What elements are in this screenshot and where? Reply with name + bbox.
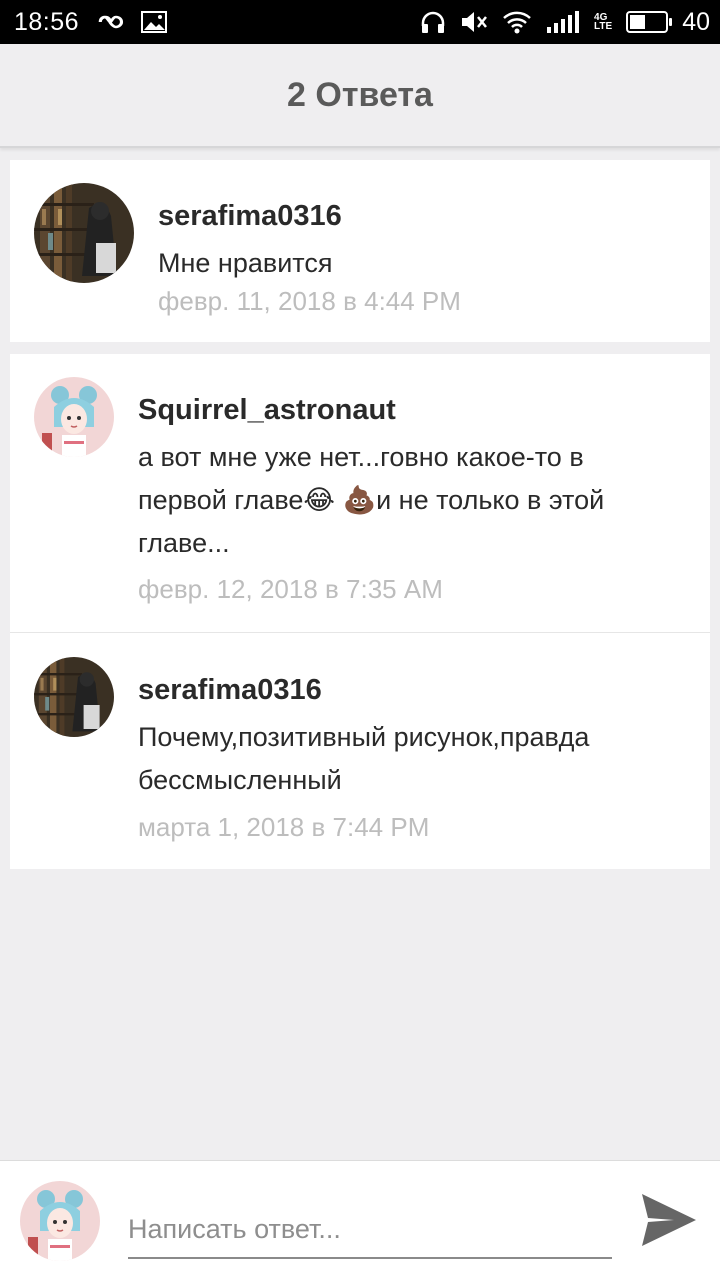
battery-icon [626, 11, 673, 33]
comment-date: марта 1, 2018 в 7:44 PM [138, 812, 430, 842]
tears-of-joy-emoji: 😂 [303, 485, 335, 515]
comment-text: Мне нравится [158, 248, 333, 278]
battery-level: 40 [682, 7, 710, 36]
comment-card: serafima0316 Мне нравится февр. 11, 2018… [10, 160, 710, 342]
current-user-avatar [20, 1181, 100, 1261]
anime-girl-avatar[interactable] [34, 377, 114, 457]
divider [10, 632, 710, 633]
status-bar: 18:56 4G LTE 40 [0, 0, 720, 44]
send-icon [642, 1194, 696, 1246]
reply-compose-bar [0, 1160, 720, 1280]
reply-input[interactable] [128, 1201, 612, 1259]
comment-username[interactable]: Squirrel_astronaut [138, 394, 396, 427]
status-time: 18:56 [14, 7, 80, 36]
send-button[interactable] [640, 1192, 698, 1248]
infinity-icon [93, 12, 127, 32]
network-type: 4G LTE [594, 12, 613, 32]
image-icon [141, 11, 168, 33]
comment-username[interactable]: serafima0316 [158, 200, 342, 233]
page-title: 2 Ответа [287, 75, 433, 114]
reply-thread-card: Squirrel_astronaut а вот мне уже нет...г… [10, 354, 710, 869]
comment-text: а вот мне уже нет...говно какое-то в пер… [138, 442, 605, 558]
library-avatar[interactable] [34, 657, 114, 737]
library-avatar[interactable] [34, 183, 134, 283]
wifi-icon [502, 10, 532, 34]
comment-date: февр. 12, 2018 в 7:35 AM [138, 574, 443, 604]
comment-date: февр. 11, 2018 в 4:44 PM [158, 286, 461, 316]
headphones-icon [420, 10, 446, 34]
header: 2 Ответа [0, 44, 720, 148]
comment-text: Почему,позитивный рисунок,правда бессмыс… [138, 722, 590, 795]
pile-of-poo-emoji: 💩 [342, 485, 377, 515]
comment-username[interactable]: serafima0316 [138, 674, 322, 707]
mute-icon [460, 10, 488, 34]
signal-icon [546, 10, 580, 34]
